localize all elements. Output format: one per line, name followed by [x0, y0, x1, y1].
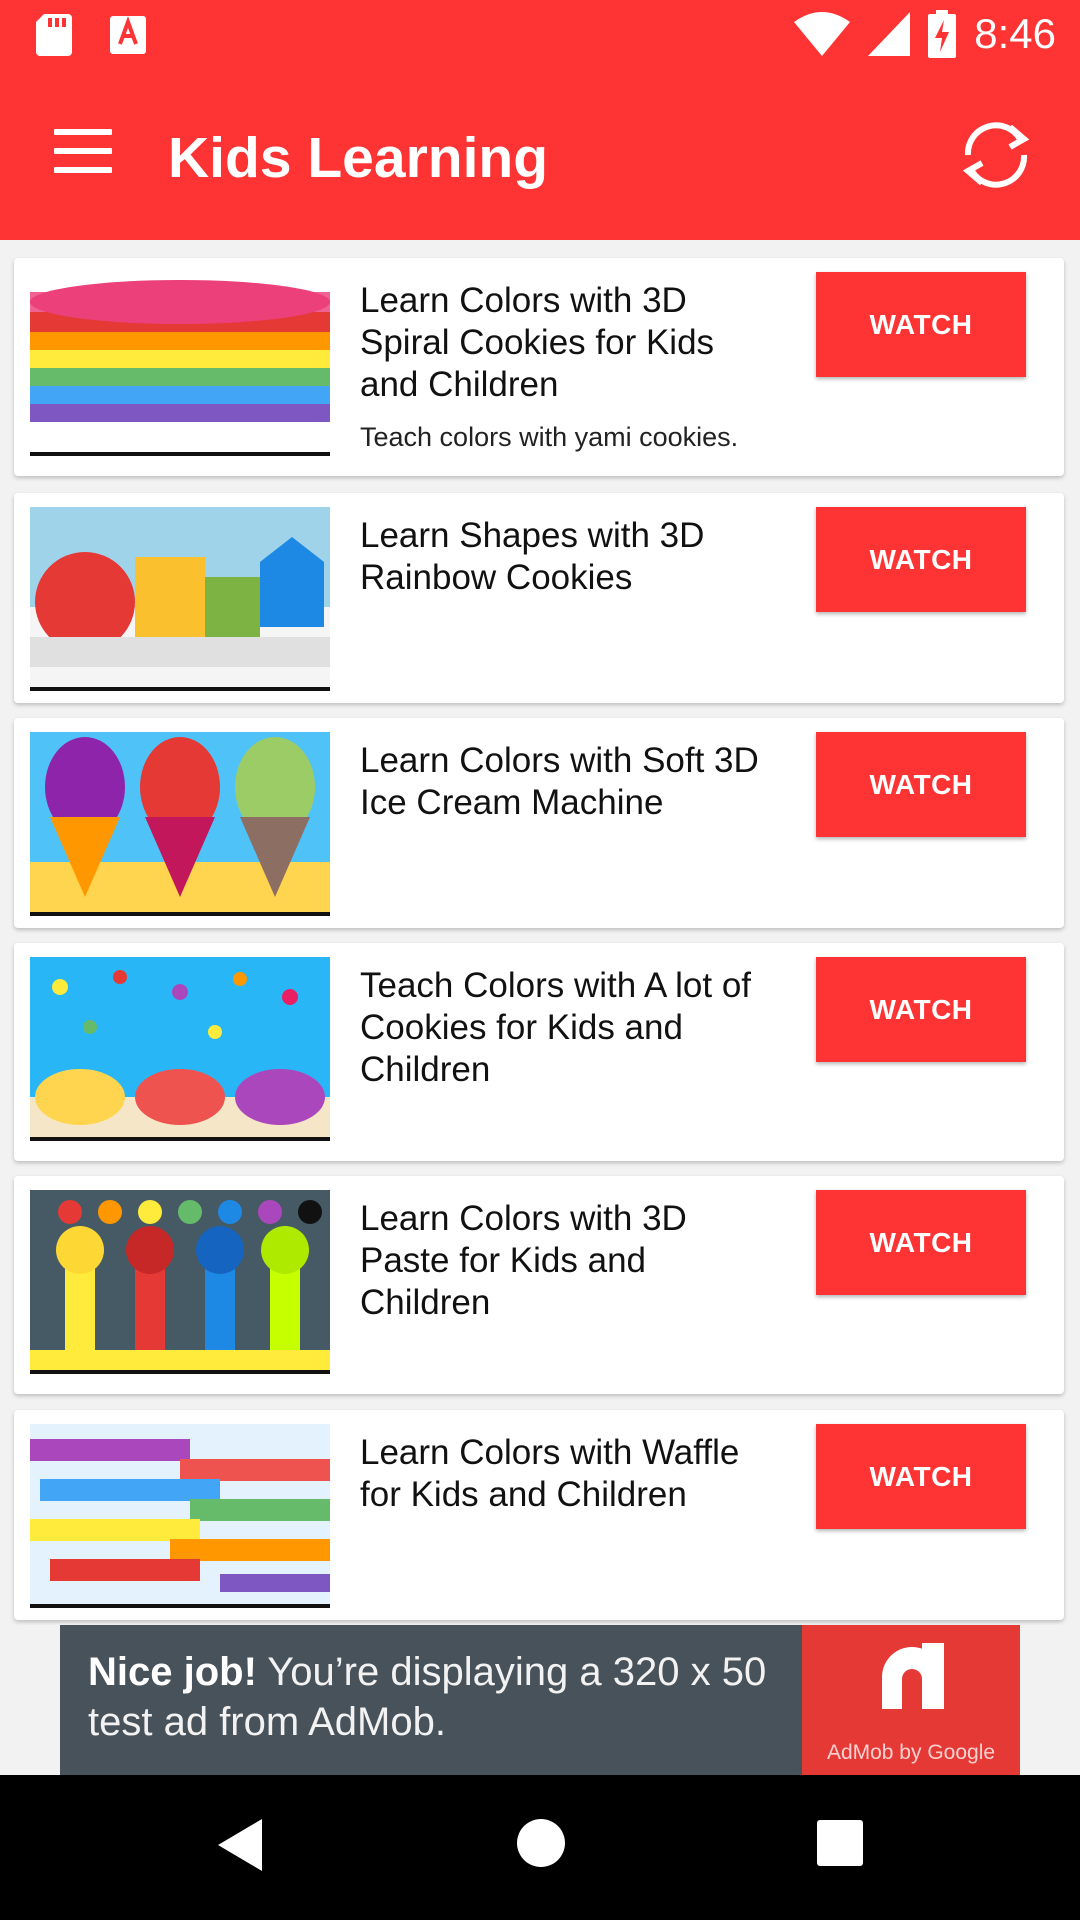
watch-button[interactable]: WATCH — [816, 507, 1026, 612]
admob-logo-icon — [882, 1643, 944, 1709]
wifi-icon — [794, 12, 851, 56]
home-icon[interactable] — [516, 1818, 566, 1868]
admob-caption: AdMob by Google — [826, 1741, 996, 1764]
video-title: Learn Colors with 3D Spiral Cookies for … — [360, 281, 715, 404]
notification-icons — [36, 14, 146, 56]
video-title: Teach Colors with A lot of Cookies for K… — [360, 966, 752, 1089]
video-card: Learn Colors with 3D Spiral Cookies for … — [14, 258, 1064, 476]
video-card: Learn Colors with 3D Paste for Kids and … — [14, 1176, 1064, 1394]
navigation-bar — [0, 1775, 1080, 1920]
sd-card-icon — [36, 14, 72, 56]
status-bar: 8:46 — [0, 0, 1080, 73]
clock: 8:46 — [974, 10, 1056, 57]
video-thumbnail[interactable] — [30, 957, 330, 1141]
recents-icon[interactable] — [817, 1820, 863, 1866]
video-title: Learn Colors with Soft 3D Ice Cream Mach… — [360, 741, 759, 822]
refresh-icon[interactable] — [954, 113, 1038, 197]
video-thumbnail[interactable] — [30, 272, 330, 456]
ad-headline: Nice job! — [88, 1650, 257, 1694]
watch-button[interactable]: WATCH — [816, 1424, 1026, 1529]
video-thumbnail[interactable] — [30, 507, 330, 691]
watch-button[interactable]: WATCH — [816, 957, 1026, 1062]
video-card: Learn Colors with Waffle for Kids and Ch… — [14, 1410, 1064, 1620]
back-icon[interactable] — [216, 1817, 264, 1873]
video-thumbnail[interactable] — [30, 732, 330, 916]
font-app-icon — [110, 16, 146, 54]
ad-banner[interactable]: Nice job! You’re displaying a 320 x 50 t… — [60, 1625, 1020, 1775]
watch-button[interactable]: WATCH — [816, 272, 1026, 377]
video-card: Learn Shapes with 3D Rainbow Cookies WAT… — [14, 493, 1064, 703]
video-card: Teach Colors with A lot of Cookies for K… — [14, 943, 1064, 1161]
video-thumbnail[interactable] — [30, 1190, 330, 1374]
video-thumbnail[interactable] — [30, 1424, 330, 1608]
ad-text: Nice job! You’re displaying a 320 x 50 t… — [88, 1647, 828, 1747]
watch-button[interactable]: WATCH — [816, 732, 1026, 837]
video-description: Teach colors with yami cookies. — [360, 422, 739, 452]
app-title: Kids Learning — [168, 126, 549, 190]
video-title: Learn Colors with Waffle for Kids and Ch… — [360, 1433, 740, 1514]
video-card: Learn Colors with Soft 3D Ice Cream Mach… — [14, 718, 1064, 928]
signal-icon — [868, 12, 911, 56]
video-title: Learn Colors with 3D Paste for Kids and … — [360, 1199, 687, 1322]
watch-button[interactable]: WATCH — [816, 1190, 1026, 1295]
hamburger-menu-icon[interactable] — [54, 129, 112, 173]
app-bar: Kids Learning — [0, 73, 1080, 240]
video-title: Learn Shapes with 3D Rainbow Cookies — [360, 516, 705, 597]
system-indicators: 8:46 — [794, 10, 1056, 58]
video-list[interactable]: Learn Colors with 3D Spiral Cookies for … — [0, 240, 1080, 1625]
admob-logo: AdMob by Google — [802, 1625, 1020, 1775]
battery-charging-icon — [928, 10, 957, 58]
